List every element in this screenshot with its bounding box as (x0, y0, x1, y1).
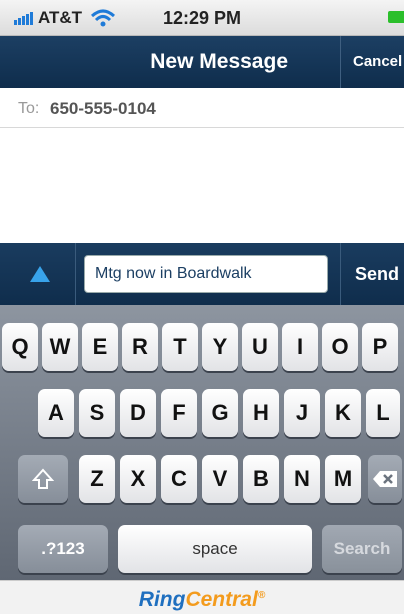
key-e[interactable]: E (82, 323, 118, 371)
shift-key[interactable] (18, 455, 68, 503)
key-u[interactable]: U (242, 323, 278, 371)
to-label: To: (18, 100, 40, 117)
key-b[interactable]: B (243, 455, 279, 503)
key-d[interactable]: D (120, 389, 156, 437)
status-bar: AT&T 12:29 PM (0, 0, 404, 36)
status-time: 12:29 PM (162, 8, 242, 28)
key-k[interactable]: K (325, 389, 361, 437)
recipient-field[interactable]: To: 650-555-0104 (0, 88, 404, 128)
key-g[interactable]: G (202, 389, 238, 437)
battery-icon (388, 11, 404, 23)
compose-bar: Mtg now in Boardwalk Send (0, 243, 404, 305)
key-t[interactable]: T (162, 323, 198, 371)
key-y[interactable]: Y (202, 323, 238, 371)
key-q[interactable]: Q (2, 323, 38, 371)
key-f[interactable]: F (161, 389, 197, 437)
logo-trademark: ® (257, 590, 266, 601)
key-r[interactable]: R (122, 323, 158, 371)
key-o[interactable]: O (322, 323, 358, 371)
key-a[interactable]: A (38, 389, 74, 437)
key-w[interactable]: W (42, 323, 78, 371)
logo-part-ring: Ring (138, 588, 186, 611)
cancel-button[interactable]: Cancel (340, 36, 404, 88)
send-button[interactable]: Send (340, 243, 404, 305)
triangle-up-icon (30, 266, 50, 282)
branding-footer: RingCentral® (0, 580, 404, 614)
keyboard: Q W E R T Y U I O P A S D F G H J K L Z … (0, 305, 404, 580)
expand-button[interactable] (0, 243, 76, 305)
key-v[interactable]: V (202, 455, 238, 503)
logo-part-central: Central (185, 588, 258, 611)
message-thread-area (0, 129, 404, 243)
navigation-bar: New Message Cancel (0, 36, 404, 88)
key-h[interactable]: H (243, 389, 279, 437)
key-c[interactable]: C (161, 455, 197, 503)
key-z[interactable]: Z (79, 455, 115, 503)
backspace-key[interactable] (368, 455, 402, 503)
key-x[interactable]: X (120, 455, 156, 503)
backspace-icon (373, 471, 397, 487)
shift-arrow-icon (32, 468, 54, 489)
numbers-key[interactable]: .?123 (18, 525, 108, 573)
key-s[interactable]: S (79, 389, 115, 437)
ringcentral-logo: RingCentral® (0, 588, 404, 612)
key-l[interactable]: L (366, 389, 400, 437)
key-p[interactable]: P (362, 323, 398, 371)
search-key[interactable]: Search (322, 525, 402, 573)
key-i[interactable]: I (282, 323, 318, 371)
space-key[interactable]: space (118, 525, 312, 573)
message-input[interactable]: Mtg now in Boardwalk (84, 255, 328, 293)
key-m[interactable]: M (325, 455, 361, 503)
key-j[interactable]: J (284, 389, 320, 437)
page-title: New Message (150, 50, 288, 73)
recipient-number[interactable]: 650-555-0104 (50, 99, 156, 119)
key-n[interactable]: N (284, 455, 320, 503)
